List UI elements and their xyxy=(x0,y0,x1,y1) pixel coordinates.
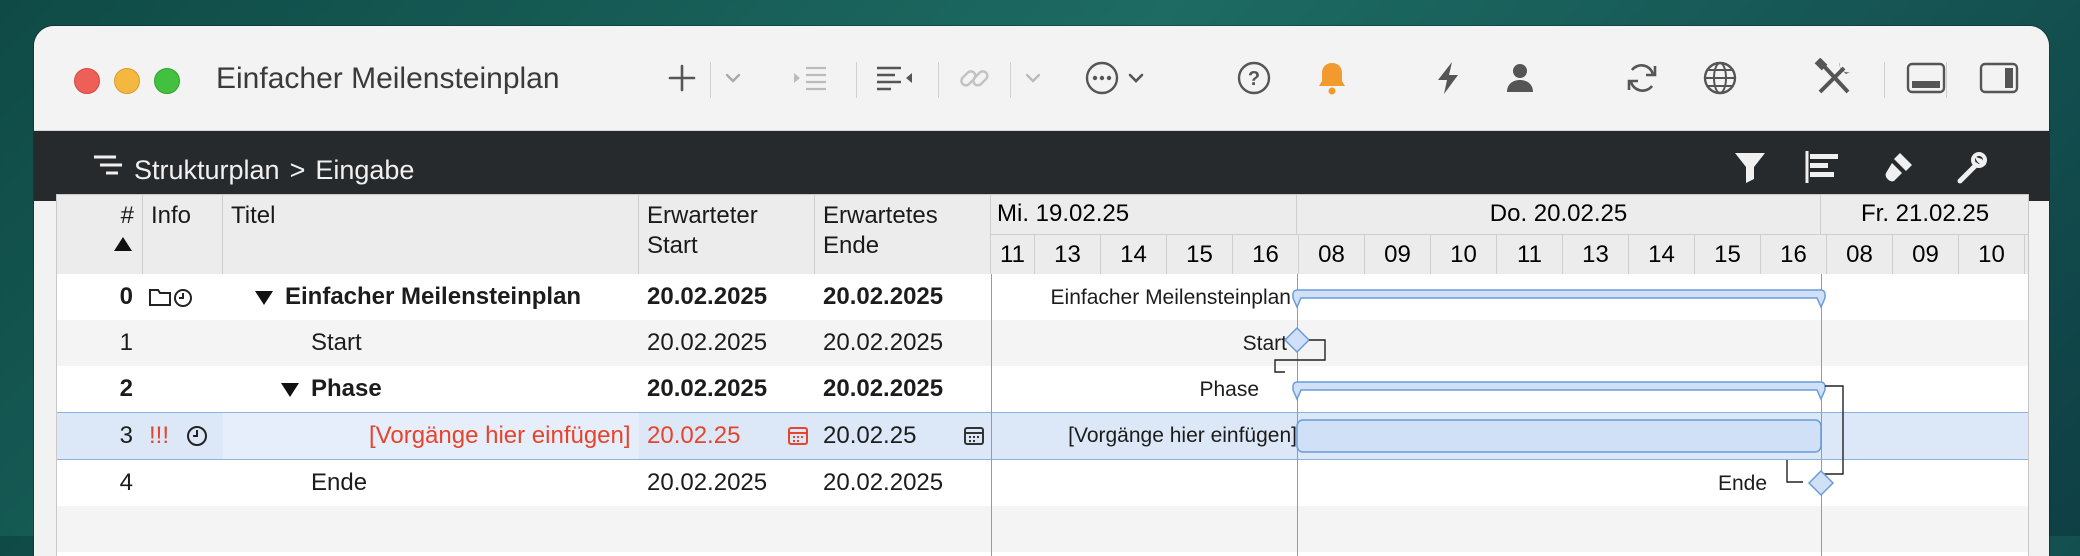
summary-bar[interactable] xyxy=(1292,289,1826,309)
title-bar: Einfacher Meilensteinplan ? xyxy=(34,26,2049,131)
breadcrumb: Strukturplan > Eingabe xyxy=(92,153,414,188)
chevron-down-icon[interactable] xyxy=(718,58,748,98)
window-title: Einfacher Meilensteinplan xyxy=(216,62,560,95)
minimize-window-button[interactable] xyxy=(114,68,140,94)
lightning-icon[interactable] xyxy=(1428,58,1468,98)
person-icon[interactable] xyxy=(1500,58,1540,98)
help-icon[interactable]: ? xyxy=(1234,58,1274,98)
outline-icon[interactable] xyxy=(870,58,918,98)
task-table: # Info Titel Erwarteter Start Erwartetes… xyxy=(56,194,2029,556)
bell-icon[interactable] xyxy=(1312,58,1352,98)
globe-icon[interactable] xyxy=(1700,58,1740,98)
more-icon[interactable] xyxy=(1082,58,1122,98)
brush-icon[interactable] xyxy=(1876,145,1920,189)
gantt-chart xyxy=(1274,289,1844,497)
chevron-down-icon[interactable] xyxy=(1018,58,1048,98)
breadcrumb-separator: > xyxy=(289,155,306,185)
task-bar[interactable] xyxy=(1296,419,1822,453)
app-window: Einfacher Meilensteinplan ? Strukturplan… xyxy=(34,26,2049,556)
chevron-down-icon[interactable] xyxy=(1124,58,1148,98)
breadcrumb-root[interactable]: Strukturplan xyxy=(134,155,280,186)
side-panel-icon[interactable] xyxy=(1974,58,2024,98)
milestone-end[interactable] xyxy=(1786,460,1835,497)
breadcrumb-current[interactable]: Eingabe xyxy=(315,155,414,186)
close-window-button[interactable] xyxy=(74,68,100,94)
filter-icon[interactable] xyxy=(1728,145,1772,189)
link-icon[interactable] xyxy=(954,58,994,98)
view-bar: Strukturplan > Eingabe xyxy=(34,131,2049,201)
tools-icon[interactable] xyxy=(1812,58,1856,98)
add-icon[interactable] xyxy=(662,58,702,98)
indent-icon[interactable] xyxy=(786,58,834,98)
bottom-panel-icon[interactable] xyxy=(1886,58,1966,98)
structure-plan-icon[interactable] xyxy=(92,153,124,188)
wrench-icon[interactable] xyxy=(1950,145,1994,189)
svg-text:?: ? xyxy=(1248,68,1260,90)
sync-icon[interactable] xyxy=(1622,58,1662,98)
milestone-start[interactable] xyxy=(1274,326,1326,373)
zoom-window-button[interactable] xyxy=(154,68,180,94)
gantt-align-icon[interactable] xyxy=(1802,145,1846,189)
